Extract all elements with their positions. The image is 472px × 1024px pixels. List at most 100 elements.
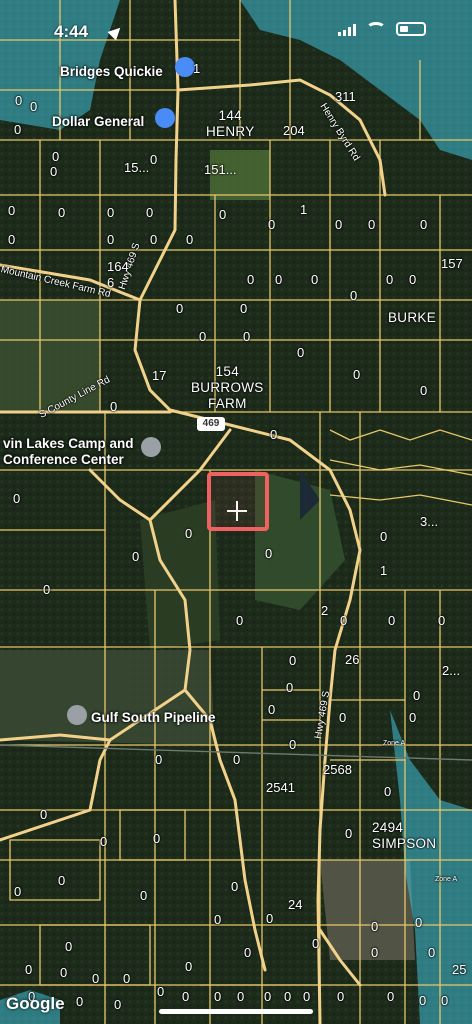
- parcel-value-label: 0: [110, 399, 118, 414]
- parcel-value-label: 0: [275, 272, 283, 287]
- map-pin-icon[interactable]: [141, 437, 161, 457]
- location-arrow-icon: [107, 23, 125, 41]
- parcel-value-label: 0: [345, 826, 353, 841]
- poi-dollar-general[interactable]: Dollar General: [52, 115, 144, 129]
- parcel-value-label: 0: [43, 582, 51, 597]
- parcel-value-label: 0: [371, 945, 379, 960]
- parcel-number-label: 17: [152, 368, 167, 383]
- parcel-value-label: 0: [30, 99, 38, 114]
- selected-parcel[interactable]: [207, 472, 269, 531]
- parcel-value-label: 0: [13, 491, 21, 506]
- parcel-value-label: 0: [100, 834, 108, 849]
- parcel-value-label: 0: [233, 752, 241, 767]
- parcel-number-label: 151...: [204, 162, 237, 177]
- parcel-value-label: 0: [441, 993, 449, 1008]
- parcel-value-label: 0: [107, 205, 115, 220]
- parcel-value-label: 0: [337, 989, 345, 1004]
- parcel-value-label: 0: [244, 945, 252, 960]
- parcel-number-label: 15...: [124, 160, 150, 175]
- status-bar: 4:44: [0, 0, 472, 50]
- parcel-value-label: 0: [303, 989, 311, 1004]
- parcel-value-label: 0: [25, 962, 33, 977]
- shopping-bag-icon[interactable]: [175, 57, 195, 77]
- parcel-value-label: 0: [312, 936, 320, 951]
- parcel-number-label: 164 6: [107, 259, 129, 290]
- parcel-value-label: 0: [265, 546, 273, 561]
- parcel-number-label: 204: [283, 123, 305, 138]
- parcel-value-label: 0: [92, 971, 100, 986]
- parcel-value-label: 0: [413, 688, 421, 703]
- map-pin-icon[interactable]: [67, 705, 87, 725]
- parcel-value-label: 0: [415, 915, 423, 930]
- parcel-value-label: 0: [384, 784, 392, 799]
- parcel-value-label: 0: [214, 989, 222, 1004]
- parcel-value-label: 0: [199, 329, 207, 344]
- parcel-owner-label: 154 BURROWS FARM: [191, 364, 264, 412]
- parcel-value-label: 0: [8, 203, 16, 218]
- parcel-value-label: 0: [240, 301, 248, 316]
- parcel-value-label: 0: [386, 272, 394, 287]
- parcel-number-label: 24: [288, 897, 303, 912]
- parcel-value-label: 0: [231, 879, 239, 894]
- parcel-value-label: 0: [428, 945, 436, 960]
- parcel-value-label: 0: [153, 831, 161, 846]
- parcel-value-label: 0: [185, 959, 193, 974]
- parcel-value-label: 0: [266, 911, 274, 926]
- parcel-value-label: 0: [371, 919, 379, 934]
- parcel-number-label: 157: [441, 256, 463, 271]
- parcel-value-label: 0: [289, 737, 297, 752]
- parcel-value-label: 0: [114, 997, 122, 1012]
- parcel-value-label: 0: [335, 217, 343, 232]
- parcel-value-label: 0: [420, 217, 428, 232]
- parcel-number-label: 311: [335, 89, 356, 104]
- parcel-value-label: 0: [8, 232, 16, 247]
- flood-zone-label: Zone A: [435, 876, 458, 883]
- parcel-value-label: 0: [270, 427, 278, 442]
- google-logo: Google: [6, 994, 65, 1013]
- parcel-value-label: 0: [289, 653, 297, 668]
- parcel-owner-label: 144 HENRY: [206, 108, 255, 140]
- parcel-value-label: 0: [214, 912, 222, 927]
- parcel-number-label: 2: [321, 603, 329, 618]
- parcel-value-label: 0: [40, 807, 48, 822]
- status-time: 4:44: [54, 22, 89, 41]
- parcel-owner-label: 2494 SIMPSON: [372, 820, 437, 852]
- parcel-value-label: 0: [14, 884, 22, 899]
- poi-camp-conference[interactable]: vin Lakes Camp and Conference Center: [3, 436, 134, 468]
- parcel-value-label: 0: [268, 217, 276, 232]
- parcel-value-label: 0: [380, 529, 388, 544]
- wifi-icon: [366, 22, 386, 36]
- parcel-number-label: 1: [380, 563, 388, 578]
- parcel-value-label: 0: [419, 993, 427, 1008]
- home-indicator[interactable]: [159, 1009, 313, 1014]
- parcel-value-label: 0: [157, 984, 165, 999]
- parcel-value-label: 0: [65, 939, 73, 954]
- parcel-number-label: 1: [300, 202, 308, 217]
- parcel-value-label: 0: [176, 301, 184, 316]
- parcel-value-label: 0: [339, 710, 347, 725]
- parcel-value-label: 0: [60, 965, 68, 980]
- shopping-basket-icon[interactable]: [155, 108, 175, 128]
- parcel-value-label: 0: [185, 526, 193, 541]
- parcel-value-label: 0: [237, 989, 245, 1004]
- highway-469-shield: 469: [197, 417, 225, 431]
- parcel-value-label: 0: [247, 272, 255, 287]
- poi-bridges-quickie[interactable]: Bridges Quickie: [60, 65, 163, 79]
- parcel-value-label: 0: [76, 994, 84, 1009]
- parcel-value-label: 0: [182, 989, 190, 1004]
- parcel-value-label: 0: [140, 888, 148, 903]
- parcel-number-label: 26: [345, 652, 360, 667]
- parcel-number-label: 3...: [420, 514, 439, 529]
- parcel-value-label: 0: [388, 613, 396, 628]
- parcel-value-label: 0: [15, 93, 23, 108]
- poi-gulf-south-pipeline[interactable]: Gulf South Pipeline: [91, 711, 216, 725]
- parcel-value-label: 0: [123, 971, 131, 986]
- parcel-value-label: 0: [146, 205, 154, 220]
- parcel-value-label: 0: [132, 549, 140, 564]
- parcel-number-label: 25: [452, 962, 467, 977]
- parcel-owner-label: BURKE: [388, 310, 437, 325]
- parcel-value-label: 0: [353, 367, 361, 382]
- parcel-value-label: 0: [14, 122, 22, 137]
- parcel-value-label: 0: [236, 613, 244, 628]
- parcel-value-label: 0: [150, 152, 158, 167]
